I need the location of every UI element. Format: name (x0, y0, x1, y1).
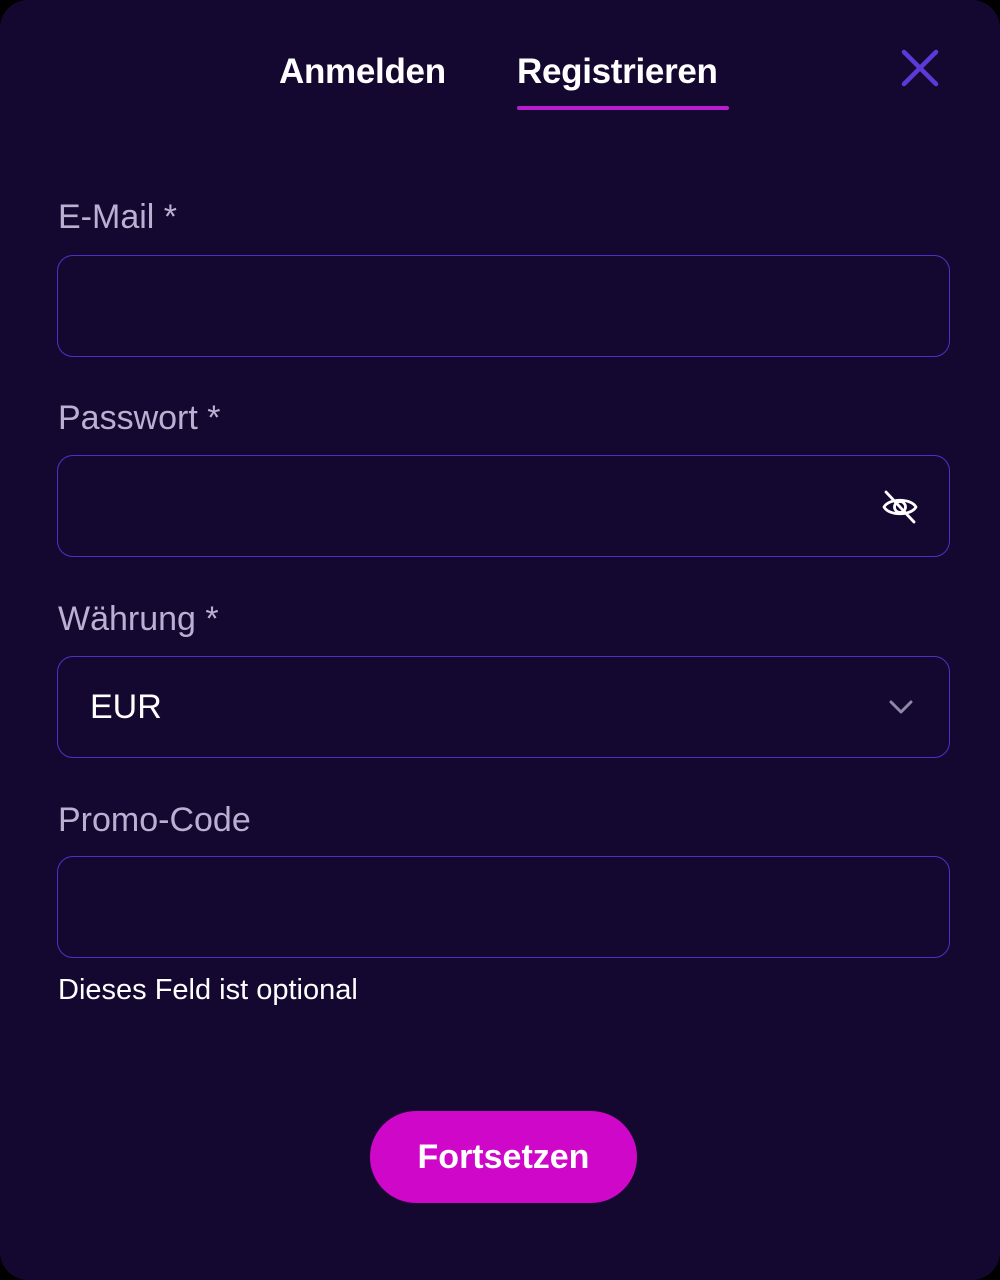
tab-login[interactable]: Anmelden (279, 50, 446, 94)
active-tab-indicator (517, 106, 729, 110)
registration-modal: Anmelden Registrieren E-Mail * Passwort … (0, 0, 1000, 1280)
eye-off-icon (882, 490, 918, 524)
continue-button[interactable]: Fortsetzen (370, 1111, 637, 1203)
password-label: Passwort * (58, 399, 221, 437)
email-label: E-Mail * (58, 198, 178, 236)
promo-code-input[interactable] (88, 857, 848, 957)
password-field[interactable] (57, 455, 950, 557)
currency-selected-value: EUR (90, 688, 162, 726)
promo-code-hint: Dieses Feld ist optional (58, 974, 358, 1006)
close-icon (901, 49, 939, 87)
currency-label: Währung * (58, 600, 219, 638)
password-visibility-toggle[interactable] (881, 488, 919, 526)
tab-register-label: Registrieren (517, 52, 718, 91)
email-input[interactable] (88, 256, 848, 356)
auth-tabs: Anmelden Registrieren (0, 50, 1000, 114)
tab-register[interactable]: Registrieren (517, 50, 729, 110)
currency-select[interactable]: EUR (57, 656, 950, 758)
email-field[interactable] (57, 255, 950, 357)
tab-login-label: Anmelden (279, 52, 446, 91)
password-input[interactable] (88, 456, 848, 556)
close-button[interactable] (894, 42, 946, 94)
promo-code-label: Promo-Code (58, 801, 251, 839)
promo-code-field[interactable] (57, 856, 950, 958)
chevron-down-icon (887, 695, 915, 719)
